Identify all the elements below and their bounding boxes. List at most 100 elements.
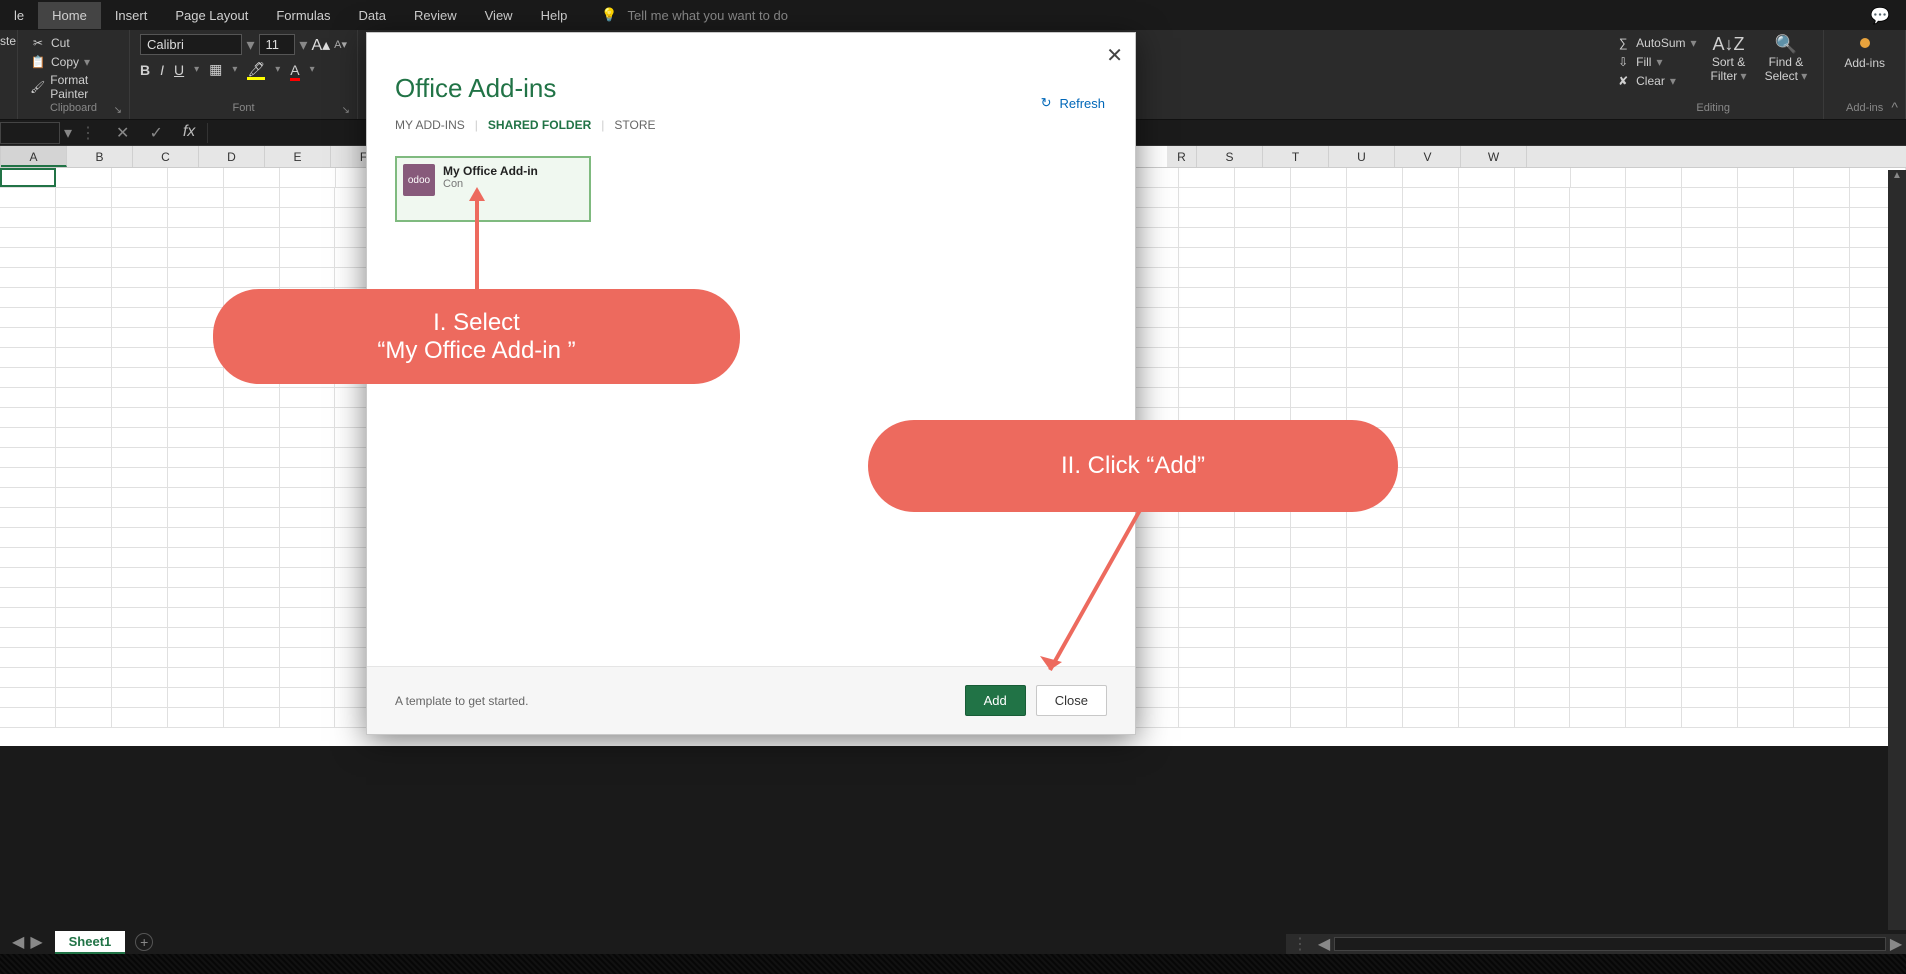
cell[interactable] xyxy=(168,248,224,267)
cell[interactable] xyxy=(1794,688,1850,707)
cell[interactable] xyxy=(224,188,280,207)
horizontal-scrollbar[interactable]: ⋮ ◀ ▶ xyxy=(1286,934,1906,954)
chevron-down-icon[interactable]: ▾ xyxy=(64,123,72,143)
cell[interactable] xyxy=(0,208,56,227)
cell[interactable] xyxy=(1515,348,1571,367)
cell[interactable] xyxy=(1515,648,1571,667)
cell[interactable] xyxy=(1291,188,1347,207)
cell[interactable] xyxy=(112,708,168,727)
cell[interactable] xyxy=(112,408,168,427)
cell[interactable] xyxy=(1570,328,1626,347)
col-header[interactable]: S xyxy=(1197,146,1263,167)
cell[interactable] xyxy=(1738,648,1794,667)
cell[interactable] xyxy=(1235,628,1291,647)
cell[interactable] xyxy=(1235,168,1291,187)
cell[interactable] xyxy=(56,488,112,507)
cell[interactable] xyxy=(1794,528,1850,547)
cell[interactable] xyxy=(56,168,112,187)
cell[interactable] xyxy=(1626,668,1682,687)
cell[interactable] xyxy=(1682,208,1738,227)
cell[interactable] xyxy=(1179,188,1235,207)
close-button[interactable]: Close xyxy=(1036,685,1107,716)
cell[interactable] xyxy=(1626,208,1682,227)
cell[interactable] xyxy=(1235,188,1291,207)
cell[interactable] xyxy=(280,668,336,687)
cell[interactable] xyxy=(0,608,56,627)
cell[interactable] xyxy=(1738,348,1794,367)
cell[interactable] xyxy=(1682,448,1738,467)
cell[interactable] xyxy=(1459,388,1515,407)
menu-page-layout[interactable]: Page Layout xyxy=(161,2,262,29)
cell[interactable] xyxy=(1291,388,1347,407)
cell[interactable] xyxy=(0,448,56,467)
cell[interactable] xyxy=(1403,168,1459,187)
cell[interactable] xyxy=(1794,308,1850,327)
cell[interactable] xyxy=(112,568,168,587)
cell[interactable] xyxy=(1738,668,1794,687)
col-header[interactable]: B xyxy=(67,146,133,167)
cell[interactable] xyxy=(1235,368,1291,387)
new-sheet-button[interactable]: + xyxy=(135,933,153,951)
cell[interactable] xyxy=(1515,388,1571,407)
cell[interactable] xyxy=(168,168,224,187)
cell[interactable] xyxy=(168,188,224,207)
cell[interactable] xyxy=(1179,708,1235,727)
cell[interactable] xyxy=(112,488,168,507)
cell[interactable] xyxy=(168,408,224,427)
cell[interactable] xyxy=(1570,648,1626,667)
cell[interactable] xyxy=(1570,188,1626,207)
cell[interactable] xyxy=(56,528,112,547)
col-header[interactable]: U xyxy=(1329,146,1395,167)
tab-shared-folder[interactable]: SHARED FOLDER xyxy=(488,118,591,132)
cell[interactable] xyxy=(1347,668,1403,687)
autosum-button[interactable]: ∑AutoSum ▾ xyxy=(1613,34,1698,52)
cell[interactable] xyxy=(1682,388,1738,407)
cell[interactable] xyxy=(1347,188,1403,207)
decrease-font-icon[interactable]: A▾ xyxy=(334,38,347,51)
bold-button[interactable]: B xyxy=(140,62,150,78)
cell[interactable] xyxy=(1570,408,1626,427)
cell[interactable] xyxy=(1235,548,1291,567)
cell[interactable] xyxy=(224,708,280,727)
cell[interactable] xyxy=(280,188,336,207)
cell[interactable] xyxy=(1515,228,1571,247)
cell[interactable] xyxy=(1459,628,1515,647)
cell[interactable] xyxy=(0,548,56,567)
cell[interactable] xyxy=(1459,568,1515,587)
cell[interactable] xyxy=(280,708,336,727)
cell[interactable] xyxy=(1794,268,1850,287)
cell[interactable] xyxy=(1794,228,1850,247)
cell[interactable] xyxy=(1179,168,1235,187)
collapse-ribbon-button[interactable]: ^ xyxy=(1891,99,1898,115)
cell[interactable] xyxy=(1235,228,1291,247)
cell[interactable] xyxy=(1626,608,1682,627)
font-size-select[interactable]: 11 xyxy=(259,34,296,55)
cell[interactable] xyxy=(1347,628,1403,647)
cell[interactable] xyxy=(1235,708,1291,727)
cell[interactable] xyxy=(1291,208,1347,227)
cell[interactable] xyxy=(1515,688,1571,707)
cell[interactable] xyxy=(1179,328,1235,347)
cell[interactable] xyxy=(1515,528,1571,547)
cell[interactable] xyxy=(1235,648,1291,667)
cell[interactable] xyxy=(1291,248,1347,267)
cell[interactable] xyxy=(280,568,336,587)
cell[interactable] xyxy=(0,328,56,347)
cell[interactable] xyxy=(224,468,280,487)
cell[interactable] xyxy=(1347,368,1403,387)
cell[interactable] xyxy=(1626,628,1682,647)
menu-insert[interactable]: Insert xyxy=(101,2,162,29)
cell[interactable] xyxy=(1235,568,1291,587)
cell[interactable] xyxy=(1570,508,1626,527)
cell[interactable] xyxy=(168,488,224,507)
cell[interactable] xyxy=(1515,288,1571,307)
cell[interactable] xyxy=(1570,388,1626,407)
cell[interactable] xyxy=(1682,528,1738,547)
cell[interactable] xyxy=(1403,348,1459,367)
tell-me-search[interactable]: 💡 Tell me what you want to do xyxy=(601,7,788,23)
cell[interactable] xyxy=(224,448,280,467)
cell[interactable] xyxy=(1347,528,1403,547)
cell[interactable] xyxy=(224,668,280,687)
cell[interactable] xyxy=(1626,428,1682,447)
cell[interactable] xyxy=(280,428,336,447)
